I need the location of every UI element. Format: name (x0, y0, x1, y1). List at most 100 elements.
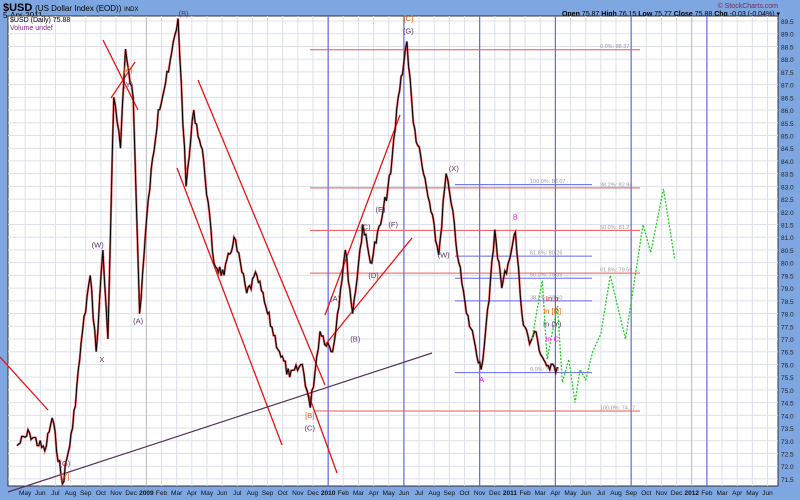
x-tick-label: May (19, 490, 32, 497)
x-tick-label: Jul (51, 490, 60, 497)
y-tick-label: 86.0 (781, 108, 794, 115)
x-tick-label: Apr (187, 490, 198, 497)
y-tick-label: 79.0 (781, 286, 794, 293)
x-tick-label: Mar (171, 490, 183, 497)
y-tick-label: 85.5 (781, 121, 794, 128)
legend-series: $USD (Daily) 75.88 (10, 17, 71, 24)
x-tick-label: Dec (307, 490, 319, 497)
y-tick-label: 73.0 (781, 439, 794, 446)
y-tick-label: 84.0 (781, 159, 794, 166)
y-tick-label: 82.5 (781, 197, 794, 204)
y-tick-label: 72.5 (781, 451, 794, 458)
y-tick-label: 89.0 (781, 32, 794, 39)
wave-label: (W) (438, 251, 451, 260)
x-tick-label: Apr (550, 490, 561, 497)
wave-label: In C (545, 335, 559, 344)
wave-label: (Y) (123, 80, 134, 89)
wave-label: In b (546, 294, 559, 303)
y-tick-label: 86.5 (781, 95, 794, 102)
y-tick-label: 84.5 (781, 146, 794, 153)
x-tick-label: Sep (80, 490, 92, 497)
x-tick-label: May (746, 490, 759, 497)
y-tick-label: 87.0 (781, 83, 794, 90)
x-tick-label: Feb (519, 490, 531, 497)
x-tick-label: May (201, 490, 214, 497)
x-tick-label: Mar (716, 490, 728, 497)
wave-label: (A) (330, 294, 341, 303)
wave-label: [C] (404, 14, 414, 23)
wave-label: (W) (92, 240, 105, 249)
x-tick-label: Jun (399, 490, 410, 497)
wave-label: (F) (388, 220, 398, 229)
fib-label-blue: 100.0%: 83.07 (530, 179, 565, 185)
x-tick-label: Dec (125, 490, 137, 497)
x-tick-label: Oct (278, 490, 288, 497)
x-tick-label: Oct (96, 490, 106, 497)
wave-label: (E) (376, 205, 387, 214)
y-tick-label: 88.0 (781, 57, 794, 64)
fib-label-red: 38.2%: 82.94 (600, 182, 632, 188)
x-tick-label: Nov (110, 490, 122, 497)
y-tick-label: 77.0 (781, 337, 794, 344)
y-tick-label: 72.0 (781, 464, 794, 471)
fib-label-red: 0.0%: 88.37 (600, 44, 629, 50)
wave-label: (X) (449, 164, 460, 173)
wave-label: A (479, 375, 484, 384)
x-tick-label: Feb (156, 490, 168, 497)
y-tick-label: 76.0 (781, 362, 794, 369)
x-tick-label: Dec (671, 490, 683, 497)
y-tick-label: 74.0 (781, 413, 794, 420)
x-tick-label: Oct (459, 490, 469, 497)
fib-label-red: 50.0%: 81.27 (600, 225, 632, 231)
y-tick-label: 74.5 (781, 401, 794, 408)
wave-label: [B] (305, 411, 314, 420)
fib-label-blue: 61.8%: 80.26 (530, 251, 562, 257)
y-tick-label: 85.0 (781, 133, 794, 140)
y-tick-label: 83.5 (781, 172, 794, 179)
x-tick-label: Jul (233, 490, 242, 497)
x-tick-label: Jul (415, 490, 424, 497)
legend: $USD (Daily) 75.88 Volume undef (10, 17, 70, 33)
wave-label: (G) (403, 27, 414, 36)
x-tick-label: Jul (597, 490, 606, 497)
x-tick-label: 2010 (321, 490, 336, 497)
y-tick-label: 87.5 (781, 70, 794, 77)
y-tick-label: 75.5 (781, 375, 794, 382)
x-tick-label: Feb (701, 490, 713, 497)
x-tick-label: 2009 (139, 490, 154, 497)
wave-label: (B) (350, 335, 361, 344)
x-tick-label: Nov (292, 490, 304, 497)
y-tick-label: 71.5 (781, 477, 794, 484)
x-tick-label: May (383, 490, 396, 497)
y-tick-label: 77.5 (781, 324, 794, 331)
x-tick-label: Sep (625, 490, 637, 497)
y-tick-label: 82.0 (781, 210, 794, 217)
x-tick-label: Aug (610, 490, 622, 497)
x-tick-label: 2012 (685, 490, 700, 497)
x-tick-label: Dec (489, 490, 501, 497)
x-tick-label: Sep (444, 490, 456, 497)
x-tick-label: Jun (217, 490, 228, 497)
wave-label: X (99, 355, 104, 364)
x-tick-label: Aug (428, 490, 440, 497)
fib-label-red: 61.8%: 79.59 (600, 268, 632, 274)
x-tick-label: Nov (656, 490, 668, 497)
x-tick-label: Mar (535, 490, 547, 497)
x-tick-label: 2011 (503, 490, 517, 497)
wave-label: (B) (179, 9, 190, 18)
x-tick-label: May (564, 490, 577, 497)
y-tick-label: 78.0 (781, 312, 794, 319)
wave-label: [Y] (60, 472, 69, 481)
x-tick-label: Oct (641, 490, 651, 497)
wave-label: (G) (59, 459, 70, 468)
wave-label: (C) (360, 223, 371, 232)
x-tick-label: Aug (247, 490, 259, 497)
x-tick-label: Feb (338, 490, 350, 497)
y-tick-label: 73.5 (781, 426, 794, 433)
wave-label: [A] (123, 65, 132, 74)
wave-label: B (513, 212, 518, 221)
y-tick-label: 83.0 (781, 184, 794, 191)
x-tick-label: Jun (580, 490, 591, 497)
y-tick-label: 76.5 (781, 350, 794, 357)
y-tick-label: 80.0 (781, 261, 794, 268)
